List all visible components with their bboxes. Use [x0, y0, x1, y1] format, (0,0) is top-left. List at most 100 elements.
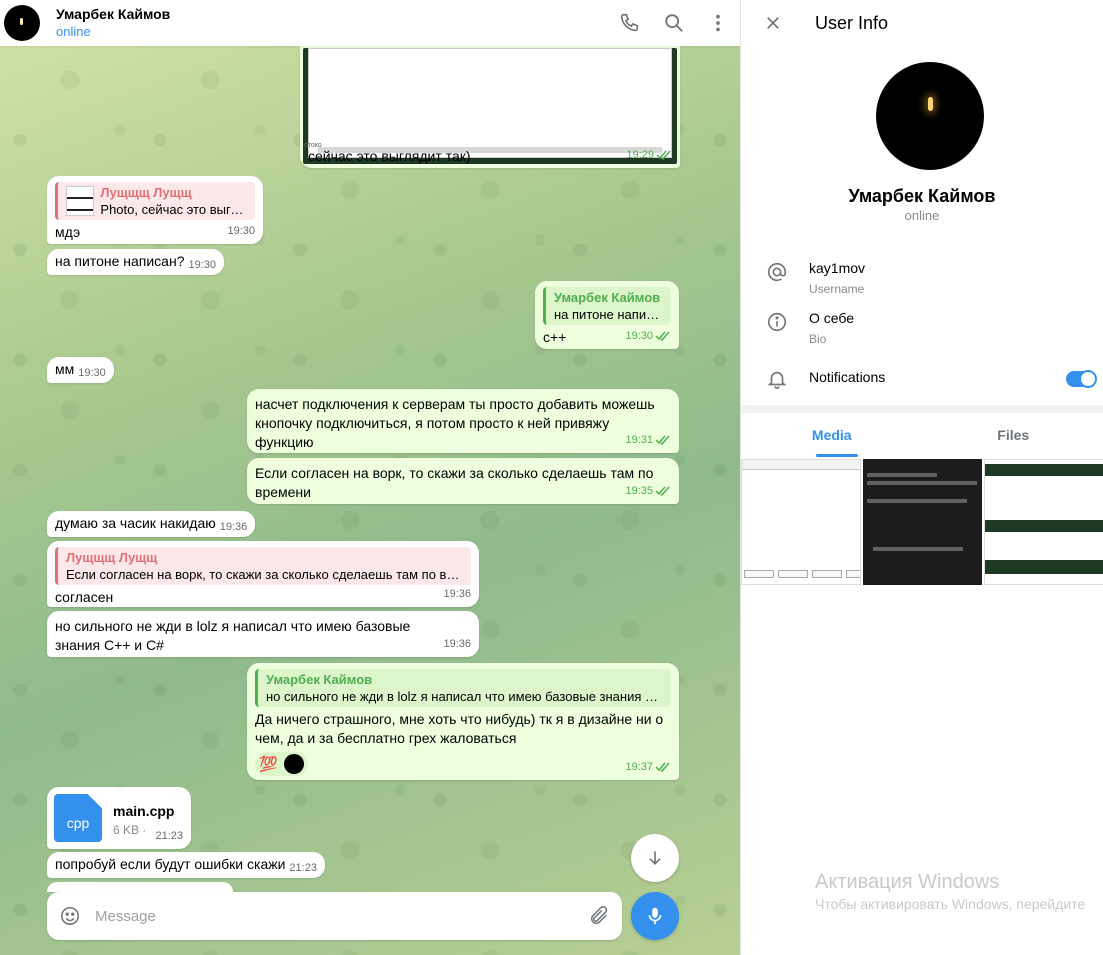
close-icon: [767, 17, 779, 29]
bio-value: О себе: [809, 310, 855, 326]
cpp-file-icon[interactable]: cpp: [54, 794, 102, 842]
reply-text: на питоне написан?: [554, 307, 663, 322]
message-text: сейчас это выглядит так): [308, 148, 471, 164]
reply-author: Лущщщ Лущщ: [100, 185, 192, 200]
media-tabs: Media Files: [741, 413, 1103, 457]
bell-icon: [767, 371, 787, 389]
message-composer[interactable]: [47, 892, 622, 940]
media-thumbnail[interactable]: [862, 459, 983, 585]
notifications-toggle[interactable]: [1066, 370, 1097, 388]
windows-activation-subtitle: Чтобы активировать Windows, перейдите: [815, 896, 1086, 912]
message-text: согласен: [55, 589, 114, 605]
profile-name: Умарбек Каймов: [848, 186, 996, 206]
message-text: думаю за часик накидаю: [55, 515, 216, 531]
reaction[interactable]: 💯: [255, 752, 308, 776]
message-incoming[interactable]: попробуй если будут ошибки скажи 21:23: [47, 852, 325, 878]
notifications-label: Notifications: [809, 369, 886, 385]
close-button[interactable]: [741, 0, 805, 46]
message-time: 19:36: [443, 638, 471, 650]
message-text: насчет подключения к серверам ты просто …: [255, 396, 655, 450]
voice-record-button[interactable]: [631, 892, 679, 940]
reply-quote[interactable]: Умарбек Каймов но сильного не жди в lolz…: [255, 669, 671, 707]
profile-status: online: [904, 208, 940, 223]
user-info-header: User Info: [741, 0, 1103, 46]
call-button[interactable]: [608, 1, 652, 45]
message-outgoing[interactable]: насчет подключения к серверам ты просто …: [247, 389, 679, 453]
reply-photo-thumb: [66, 186, 95, 216]
message-outgoing-reply[interactable]: Умарбек Каймов но сильного не жди в lolz…: [247, 663, 679, 780]
media-grid: [741, 459, 1103, 585]
profile-avatar[interactable]: [876, 62, 984, 170]
bio-label: Bio: [809, 332, 827, 346]
search-button[interactable]: [652, 1, 696, 45]
reply-author: Лущщщ Лущщ: [66, 550, 158, 565]
message-time: 19:36: [443, 588, 471, 600]
message-outgoing-photo[interactable]: отоко сейчас это выглядит так) 19:29: [300, 30, 680, 168]
avatar[interactable]: [4, 5, 40, 41]
tab-files[interactable]: Files: [923, 413, 1103, 457]
chat-title[interactable]: Умарбек Каймов: [56, 6, 170, 23]
username-row[interactable]: kay1mov Username: [741, 259, 1103, 303]
message-text: мм: [55, 361, 75, 377]
phone-icon: [620, 13, 639, 32]
tab-media[interactable]: Media: [741, 413, 923, 457]
media-thumbnail[interactable]: [984, 459, 1103, 585]
message-incoming-reply[interactable]: Лущщщ Лущщ Photo, сейчас это выгля... мд…: [47, 176, 263, 244]
emoji-icon[interactable]: [59, 905, 81, 927]
bio-row[interactable]: О себе Bio: [741, 309, 1103, 353]
search-icon: [665, 14, 683, 32]
message-meta: 19:30: [625, 327, 671, 346]
message-meta: 19:37: [625, 758, 671, 777]
reaction-avatar: [283, 754, 304, 774]
username-label: Username: [809, 282, 865, 296]
message-meta: 19:35: [625, 482, 671, 501]
double-check-icon: [656, 150, 671, 161]
double-check-icon: [655, 762, 670, 773]
panel-title: User Info: [815, 12, 889, 33]
chat-header[interactable]: Умарбек Каймов online: [0, 0, 740, 46]
message-incoming[interactable]: думаю за часик накидаю 19:36: [47, 511, 256, 537]
message-text: попробуй если будут ошибки скажи: [55, 856, 286, 872]
message-time: 21:23: [289, 862, 317, 874]
message-incoming[interactable]: но сильного не жди в lolz я написал что …: [47, 611, 479, 657]
message-outgoing-reply[interactable]: Умарбек Каймов на питоне написан? c++ 19…: [535, 281, 679, 349]
reply-quote[interactable]: Лущщщ Лущщ Photo, сейчас это выгля...: [55, 182, 255, 220]
message-incoming[interactable]: мм 19:30: [47, 357, 114, 383]
info-icon: [767, 312, 787, 332]
message-partial: [47, 882, 233, 892]
message-outgoing[interactable]: Если согласен на ворк, то скажи за сколь…: [247, 458, 679, 504]
message-text: на питоне написан?: [55, 253, 185, 269]
arrow-down-icon: [649, 851, 661, 866]
message-incoming-reply[interactable]: Лущщщ Лущщ Если согласен на ворк, то ска…: [47, 541, 479, 607]
chat-panel: Умарбек Каймов online отоко сейчас это в…: [0, 0, 740, 955]
message-text: но сильного не жди в lolz я написал что …: [55, 618, 411, 653]
reaction-emoji: 💯: [259, 755, 278, 773]
media-thumbnail[interactable]: [741, 459, 861, 585]
message-meta: 19:29: [626, 146, 672, 165]
message-text: Да ничего страшного, мне хоть что нибудь…: [255, 711, 664, 746]
reply-text: но сильного не жди в lolz я написал что …: [266, 689, 663, 704]
attach-icon[interactable]: [588, 905, 610, 927]
message-time: 19:36: [219, 521, 248, 533]
at-icon: [767, 262, 787, 282]
reply-quote[interactable]: Умарбек Каймов на питоне написан?: [543, 287, 671, 325]
message-incoming-file[interactable]: cpp main.cpp 6 KB · 21:23: [47, 787, 191, 849]
reply-text: Если согласен на ворк, то скажи за сколь…: [66, 567, 463, 582]
more-button[interactable]: [696, 1, 740, 45]
message-time: 19:30: [78, 367, 106, 379]
file-size: 6 KB ·: [113, 823, 147, 837]
mic-icon: [648, 907, 662, 925]
message-input[interactable]: [95, 907, 588, 925]
notifications-row[interactable]: Notifications: [741, 366, 1103, 410]
reply-author: Умарбек Каймов: [554, 290, 661, 305]
file-name[interactable]: main.cpp: [113, 802, 174, 821]
reply-quote[interactable]: Лущщщ Лущщ Если согласен на ворк, то ска…: [55, 547, 471, 585]
reply-text: Photo, сейчас это выгля...: [100, 202, 247, 217]
reply-author: Умарбек Каймов: [266, 672, 373, 687]
message-incoming[interactable]: на питоне написан? 19:30: [47, 249, 225, 275]
windows-activation-title: Активация Windows: [815, 871, 1000, 893]
double-check-icon: [655, 486, 670, 497]
message-text: мдэ: [55, 224, 81, 240]
scroll-down-button[interactable]: [631, 834, 679, 882]
message-time: 19:30: [188, 259, 217, 271]
